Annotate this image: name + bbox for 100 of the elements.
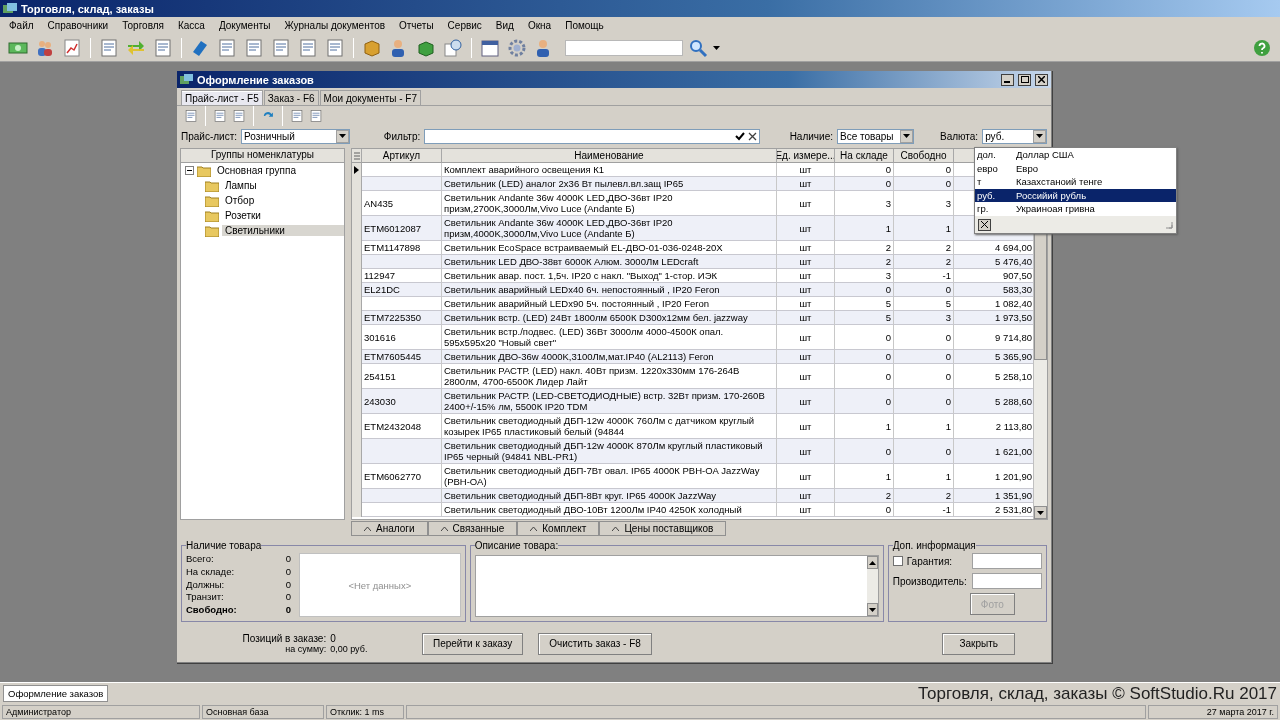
table-cell: шт: [777, 439, 835, 464]
menu-item[interactable]: Торговля: [115, 20, 171, 31]
list-option[interactable]: руб. Российий рубль: [975, 188, 1176, 202]
table-cell: шт: [777, 191, 835, 216]
document-icon: [325, 37, 345, 58]
table-cell: 1 621,00: [954, 439, 1034, 464]
toolbar-button[interactable]: [289, 108, 305, 124]
tree-item[interactable]: Светильники: [222, 225, 344, 236]
table-cell: Светильник аварийный LEDx40 6ч. непостоянный , IP20 Feron: [442, 283, 777, 297]
caret-icon: [713, 45, 720, 50]
detail-tab[interactable]: Цены поставщиков: [599, 521, 727, 536]
menu-item[interactable]: Помощь: [558, 20, 611, 31]
collapse-icon[interactable]: [185, 166, 194, 175]
menu-item[interactable]: Отчеты: [392, 20, 441, 31]
warranty-field[interactable]: [972, 553, 1042, 569]
table-cell: 0: [894, 177, 954, 191]
folder-icon: [205, 179, 219, 192]
check-icon[interactable]: [734, 131, 745, 141]
column-header[interactable]: Свободно: [894, 149, 954, 163]
toolbar-button[interactable]: [231, 108, 247, 124]
column-header[interactable]: На складе: [835, 149, 894, 163]
tree-item[interactable]: Основная группа: [214, 165, 344, 176]
table-cell: 1 351,90: [954, 489, 1034, 503]
folder-icon: [205, 194, 219, 207]
tab[interactable]: Заказ - F6: [263, 90, 319, 105]
list-option[interactable]: дол. Доллар США: [975, 148, 1176, 162]
maximize-button[interactable]: [1018, 73, 1031, 86]
column-header[interactable]: Ед. измере...: [777, 149, 835, 163]
availability-dropdown[interactable]: Все товары: [836, 128, 914, 144]
menu-item[interactable]: Справочники: [40, 20, 116, 31]
table-cell: AN435: [362, 191, 442, 216]
table-cell: Светильник РАСТР. (LED-СВЕТОДИОДНЫЕ) встр. 32Вт призм. 170-260В 2400+/-15% лм, 5500К IP20 TDM: [442, 389, 777, 414]
column-header[interactable]: Наименование: [442, 149, 777, 163]
status-text: Основная база: [202, 705, 324, 719]
toolbar-button[interactable]: [212, 108, 228, 124]
clear-order-button[interactable]: Очистить заказ - F8: [538, 632, 652, 655]
search-field[interactable]: [565, 39, 683, 56]
table-cell: шт: [777, 311, 835, 325]
close-button[interactable]: [1035, 73, 1048, 86]
list-option[interactable]: евро Евро: [975, 161, 1176, 175]
table-cell: ETM1147898: [362, 241, 442, 255]
table-cell: ETM6012087: [362, 216, 442, 241]
table-cell: шт: [777, 503, 835, 517]
currency-dropdown[interactable]: руб.: [982, 128, 1047, 144]
list-option[interactable]: т Казахстаноий тенге: [975, 175, 1176, 189]
go-to-order-button[interactable]: Перейти к заказу: [422, 632, 524, 655]
description-field[interactable]: [474, 555, 879, 617]
column-header[interactable]: Артикул: [362, 149, 442, 163]
manufacturer-field[interactable]: [972, 573, 1042, 589]
table-cell: Светильник LED ДВО-38вт 6000К Алюм. 3000Лм LEDcraft: [442, 255, 777, 269]
minimize-button[interactable]: [1001, 73, 1014, 86]
column-header[interactable]: [352, 149, 362, 163]
document-icon: [184, 109, 198, 123]
document-icon: [99, 37, 119, 58]
menu-item[interactable]: Документы: [211, 20, 278, 31]
tab[interactable]: Прайс-лист - F5: [181, 90, 263, 105]
chart-icon: [62, 37, 82, 58]
stock-label: На складе:: [186, 565, 235, 579]
detail-tab[interactable]: Комплект: [517, 521, 600, 536]
menu-item[interactable]: Окна: [520, 20, 559, 31]
table-cell: 0: [894, 163, 954, 177]
table-cell: 3: [835, 269, 894, 283]
table-cell: Светильник светодиодный ДБП-12w 4000K 760Лм с датчиком круглый козырек IP65 пластиковый белый (94844: [442, 414, 777, 439]
stock-value: 0: [285, 553, 291, 566]
table-cell: шт: [777, 364, 835, 389]
scrollbar[interactable]: [866, 556, 878, 616]
menu-item[interactable]: Вид: [488, 20, 521, 31]
menu-item[interactable]: Сервис: [440, 20, 489, 31]
chevron-icon: [530, 526, 538, 531]
price-list-dropdown[interactable]: Розничный: [241, 128, 350, 144]
sum-value: 0,00 руб.: [330, 644, 369, 654]
window-tab[interactable]: Оформление заказов: [3, 685, 109, 702]
warranty-checkbox[interactable]: [892, 556, 903, 566]
table-cell: 1: [835, 414, 894, 439]
detail-tab[interactable]: Связанные: [427, 521, 518, 536]
list-option[interactable]: гр. Украиноая гривна: [975, 202, 1176, 216]
table-cell: шт: [777, 163, 835, 177]
close-window-button[interactable]: Закрыть: [942, 632, 1015, 655]
tree-item[interactable]: Отбор: [222, 195, 344, 206]
table-cell: Светильник РАСТР. (LED) накл. 40Вт призм. 1220х330мм 176-264В 2800лм, 4700-6500К Лидер Лайт: [442, 364, 777, 389]
close-button[interactable]: [978, 218, 991, 231]
table-cell: 3: [835, 191, 894, 216]
clear-icon[interactable]: [747, 131, 757, 141]
menu-item[interactable]: Касса: [170, 20, 212, 31]
table-cell: 0: [894, 325, 954, 350]
menu-item[interactable]: Журналы документов: [277, 20, 392, 31]
filter-field[interactable]: [424, 128, 760, 144]
toolbar-button[interactable]: [183, 108, 199, 124]
stock-label: Транзит:: [186, 591, 224, 605]
tree-item[interactable]: Розетки: [222, 210, 344, 221]
menu-item[interactable]: Файл: [2, 20, 41, 31]
table-cell: шт: [777, 350, 835, 364]
table-cell: 2: [835, 241, 894, 255]
brand-text: Торговля, склад, заказы © SoftStudio.Ru 2017: [917, 683, 1277, 704]
table-cell: шт: [777, 297, 835, 311]
tree-item[interactable]: Лампы: [222, 180, 344, 191]
window-title: Торговля, склад, заказы: [21, 2, 154, 15]
detail-tab[interactable]: Аналоги: [351, 521, 428, 536]
toolbar-button[interactable]: [308, 108, 324, 124]
tab[interactable]: Мои документы - F7: [319, 90, 422, 105]
